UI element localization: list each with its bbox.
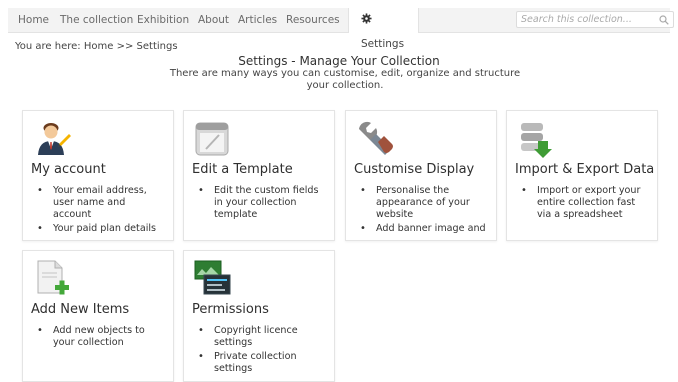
card-permissions[interactable]: Permissions Copyright licence settings P… — [183, 250, 335, 382]
list-item: Import or export your entire collection … — [521, 185, 647, 221]
add-document-icon — [37, 260, 69, 295]
card-add-new-items[interactable]: Add New Items Add new objects to your co… — [22, 250, 174, 382]
card-import-export[interactable]: Import & Export Data Import or export yo… — [506, 110, 658, 241]
list-item: Edit the custom fields in your collectio… — [198, 185, 324, 221]
card-bullets: Your email address, user name and accoun… — [31, 185, 163, 237]
breadcrumb-prefix: You are here: — [15, 41, 81, 52]
nav-articles[interactable]: Articles — [238, 8, 277, 32]
card-customise-display[interactable]: Customise Display Personalise the appear… — [345, 110, 497, 241]
card-bullets: Import or export your entire collection … — [515, 185, 647, 223]
page-title: Settings - Manage Your Collection — [238, 54, 440, 68]
gear-icon — [361, 13, 372, 24]
breadcrumb-current: Settings — [136, 41, 178, 52]
page-subtitle: There are many ways you can customise, e… — [169, 68, 521, 91]
card-bullets: Edit the custom fields in your collectio… — [192, 185, 324, 223]
nav-home[interactable]: Home — [18, 8, 49, 32]
search-box[interactable] — [516, 11, 674, 28]
card-bullets: Personalise the appearance of your websi… — [354, 185, 486, 237]
top-navigation: Home The collection Exhibition About Art… — [8, 8, 674, 50]
card-title: Import & Export Data — [515, 162, 655, 177]
nav-settings[interactable]: Settings — [348, 8, 419, 50]
user-icon — [38, 123, 71, 155]
card-title: Add New Items — [31, 302, 130, 317]
card-edit-template[interactable]: Edit a Template Edit the custom fields i… — [183, 110, 335, 241]
database-icon — [521, 123, 552, 158]
list-item: Personalise the appearance of your websi… — [360, 185, 486, 221]
card-title: Edit a Template — [192, 162, 293, 177]
list-item: Add new objects to your collection — [37, 325, 163, 349]
list-item: Copyright licence settings — [198, 325, 324, 349]
list-item: Your paid plan details — [37, 223, 163, 235]
search-input[interactable] — [521, 12, 649, 27]
nav-the-collection[interactable]: The collection — [60, 8, 133, 32]
card-my-account[interactable]: My account Your email address, user name… — [22, 110, 174, 241]
nav-resources[interactable]: Resources — [286, 8, 340, 32]
card-bullets: Add new objects to your collection — [31, 325, 163, 351]
card-title: Permissions — [192, 302, 269, 317]
list-item: Add banner image and — [360, 223, 486, 235]
breadcrumb: You are here: Home >> Settings — [15, 41, 178, 52]
card-bullets: Copyright licence settings Private colle… — [192, 325, 324, 377]
breadcrumb-home[interactable]: Home — [84, 41, 114, 52]
nav-about[interactable]: About — [198, 8, 229, 32]
nav-exhibition[interactable]: Exhibition — [137, 8, 189, 32]
wrench-icon — [359, 121, 393, 155]
permissions-icon — [194, 260, 231, 295]
card-title: My account — [31, 162, 106, 177]
card-title: Customise Display — [354, 162, 475, 177]
list-item: Your email address, user name and accoun… — [37, 185, 163, 221]
template-icon — [195, 122, 229, 156]
nav-settings-label: Settings — [361, 38, 405, 50]
search-icon[interactable] — [659, 15, 669, 25]
list-item: Private collection settings — [198, 351, 324, 375]
breadcrumb-separator: >> — [116, 41, 134, 52]
